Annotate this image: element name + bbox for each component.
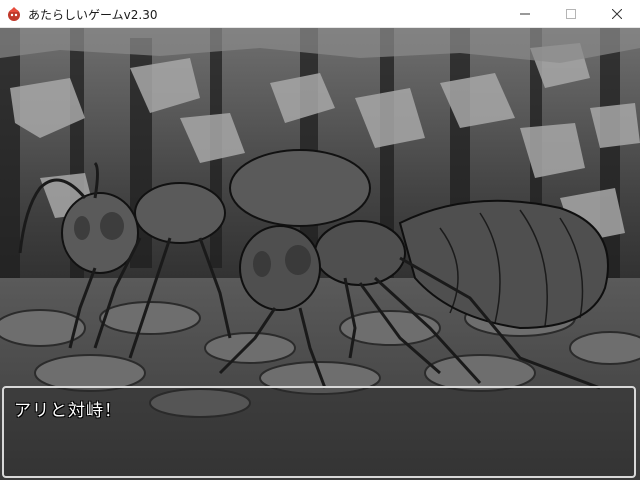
window-titlebar: あたらしいゲームv2.30	[0, 0, 640, 28]
minimize-icon	[520, 13, 530, 15]
maximize-button[interactable]	[548, 0, 594, 28]
message-text: アリと対峙！	[14, 401, 122, 421]
minimize-button[interactable]	[502, 0, 548, 28]
message-window[interactable]: アリと対峙！	[2, 386, 636, 478]
close-button[interactable]	[594, 0, 640, 28]
window-title: あたらしいゲームv2.30	[28, 8, 158, 22]
game-viewport[interactable]: アリと対峙！	[0, 28, 640, 480]
maximize-icon	[566, 9, 576, 19]
rpg-app-icon	[8, 7, 20, 21]
close-icon	[612, 9, 622, 19]
